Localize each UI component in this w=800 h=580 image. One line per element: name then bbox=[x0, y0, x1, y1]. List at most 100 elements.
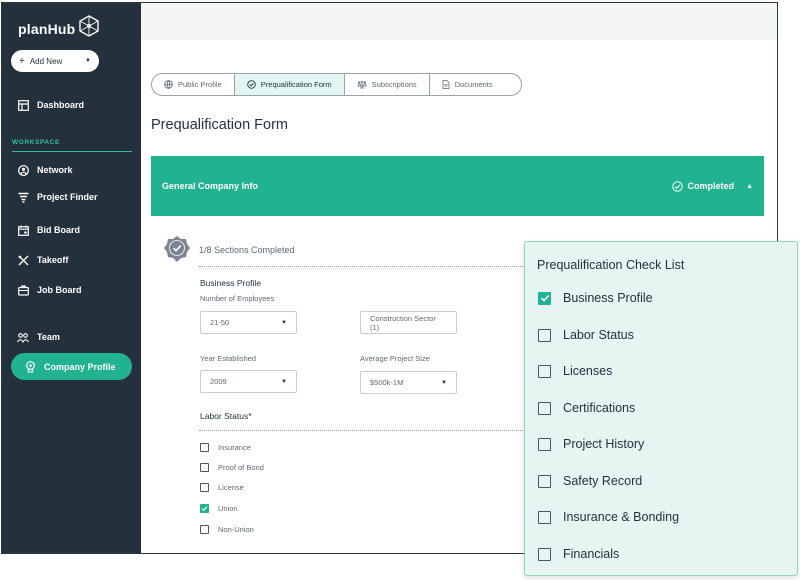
logo[interactable]: planHub bbox=[18, 15, 100, 42]
checkbox[interactable] bbox=[538, 328, 551, 342]
checklist-item-label: Certifications bbox=[563, 401, 636, 415]
plus-icon: + bbox=[19, 55, 25, 67]
sidebar-item-label: Bid Board bbox=[37, 225, 81, 235]
logo-text: planHub bbox=[18, 20, 76, 37]
section-status-label: Completed bbox=[687, 181, 735, 191]
workspace-divider bbox=[12, 151, 132, 152]
sidebar: planHub + Add New ▼ Dashboard WORKSPACE bbox=[2, 3, 141, 553]
chevron-up-icon[interactable]: ▲ bbox=[746, 183, 753, 190]
labor-status-heading: Labor Status* bbox=[200, 411, 252, 421]
checklist-item-label: Project History bbox=[563, 437, 645, 451]
sidebar-item-project-finder[interactable]: Project Finder bbox=[17, 191, 98, 203]
checklist-item-certifications[interactable]: Certifications bbox=[538, 401, 635, 415]
year-established-select[interactable]: 2009 ▼ bbox=[200, 370, 297, 393]
tab-prequalification-form[interactable]: Prequalification Form bbox=[234, 74, 345, 95]
checkbox[interactable] bbox=[200, 525, 209, 534]
checklist-item-label: Labor Status bbox=[563, 328, 634, 342]
checkbox[interactable] bbox=[200, 463, 209, 472]
document-icon bbox=[442, 80, 450, 89]
sidebar-item-company-profile-content[interactable]: Company Profile bbox=[24, 361, 116, 373]
checkbox[interactable] bbox=[200, 443, 209, 452]
divider bbox=[199, 266, 529, 267]
checklist-item-financials[interactable]: Financials bbox=[538, 547, 619, 561]
caret-down-icon: ▼ bbox=[281, 319, 287, 326]
checklist-item-insurance-bonding[interactable]: Insurance & Bonding bbox=[538, 510, 679, 524]
filter-icon bbox=[17, 191, 29, 203]
checkbox[interactable] bbox=[538, 364, 551, 378]
checkbox[interactable] bbox=[538, 474, 551, 488]
checkbox[interactable] bbox=[538, 401, 551, 415]
tab-documents[interactable]: Documents bbox=[430, 74, 521, 95]
option-label: Proof of Bond bbox=[218, 463, 264, 472]
sidebar-item-dashboard[interactable]: Dashboard bbox=[17, 99, 84, 111]
checklist-title: Prequalification Check List bbox=[537, 258, 685, 272]
checkbox[interactable] bbox=[538, 437, 551, 451]
section-status: Completed ▲ bbox=[671, 180, 753, 192]
add-new-button[interactable]: + Add New ▼ bbox=[11, 50, 99, 72]
year-established-value: 2009 bbox=[210, 377, 227, 386]
checkbox-checked[interactable] bbox=[538, 291, 551, 305]
labor-option-license[interactable]: License bbox=[200, 483, 244, 492]
sidebar-item-label: Dashboard bbox=[37, 100, 85, 110]
section-header-general-company-info[interactable]: General Company Info Completed ▲ bbox=[151, 156, 764, 216]
checklist-item-label: Licenses bbox=[563, 364, 613, 378]
option-label: License bbox=[218, 483, 244, 492]
option-label: Union bbox=[218, 504, 238, 513]
labor-option-non-union[interactable]: Non-Union bbox=[200, 525, 254, 534]
sidebar-item-team[interactable]: Team bbox=[17, 331, 60, 343]
checkbox-checked[interactable] bbox=[200, 504, 209, 513]
project-size-select[interactable]: $500k-1M ▼ bbox=[360, 371, 457, 394]
checklist-item-licenses[interactable]: Licenses bbox=[538, 364, 612, 378]
tab-subscriptions[interactable]: Subscriptions bbox=[345, 74, 430, 95]
top-bar bbox=[141, 3, 777, 40]
labor-option-proof-of-bond[interactable]: Proof of Bond bbox=[200, 463, 264, 472]
sidebar-item-bid-board[interactable]: Bid Board bbox=[17, 224, 80, 236]
project-size-label: Average Project Size bbox=[360, 354, 430, 363]
sidebar-item-label: Network bbox=[37, 165, 73, 175]
sidebar-item-label: Takeoff bbox=[37, 255, 69, 265]
checkbox[interactable] bbox=[538, 510, 551, 524]
tab-label: Prequalification Form bbox=[260, 80, 332, 89]
checkbox[interactable] bbox=[538, 547, 551, 561]
construction-sector-value: Construction Sector (1) bbox=[370, 313, 436, 332]
option-label: Insurance bbox=[218, 443, 251, 452]
subscriptions-icon bbox=[357, 80, 367, 89]
labor-option-insurance[interactable]: Insurance bbox=[200, 443, 251, 452]
profile-tabs: Public Profile Prequalification Form Sub… bbox=[151, 73, 522, 96]
profile-badge-icon bbox=[24, 361, 36, 373]
globe-icon bbox=[164, 80, 173, 89]
checklist-item-label: Financials bbox=[563, 547, 620, 561]
sidebar-item-label: Team bbox=[37, 332, 60, 342]
employees-label: Number of Employees bbox=[200, 294, 275, 303]
add-new-label: Add New bbox=[29, 56, 63, 66]
checkbox[interactable] bbox=[200, 483, 209, 492]
employees-select[interactable]: 21-50 ▼ bbox=[200, 311, 297, 334]
sidebar-item-label: Job Board bbox=[37, 285, 82, 295]
check-circle-icon bbox=[247, 80, 256, 89]
divider bbox=[199, 430, 529, 431]
section-title: General Company Info bbox=[162, 181, 259, 191]
checklist-item-labor-status[interactable]: Labor Status bbox=[538, 328, 634, 342]
option-label: Non-Union bbox=[218, 525, 254, 534]
sidebar-item-job-board[interactable]: Job Board bbox=[17, 284, 82, 296]
construction-sector-select[interactable]: Construction Sector (1) bbox=[360, 311, 457, 334]
caret-down-icon: ▼ bbox=[441, 379, 447, 386]
dashboard-icon bbox=[17, 99, 29, 111]
sidebar-item-takeoff[interactable]: Takeoff bbox=[17, 254, 68, 266]
tab-label: Public Profile bbox=[178, 80, 222, 89]
user-circle-icon bbox=[17, 164, 29, 176]
checklist-item-label: Insurance & Bonding bbox=[563, 510, 680, 524]
tab-label: Subscriptions bbox=[371, 80, 417, 89]
checklist-item-business-profile[interactable]: Business Profile bbox=[538, 291, 653, 305]
sidebar-item-network[interactable]: Network bbox=[17, 164, 73, 176]
business-profile-heading: Business Profile bbox=[200, 278, 261, 288]
prequalification-checklist-panel: Prequalification Check List Business Pro… bbox=[524, 241, 798, 576]
tab-public-profile[interactable]: Public Profile bbox=[152, 74, 235, 95]
checklist-item-label: Business Profile bbox=[563, 291, 653, 305]
checklist-item-project-history[interactable]: Project History bbox=[538, 437, 644, 451]
briefcase-icon bbox=[17, 284, 29, 296]
year-established-label: Year Established bbox=[200, 354, 257, 363]
labor-option-union[interactable]: Union bbox=[200, 504, 238, 513]
checklist-item-safety-record[interactable]: Safety Record bbox=[538, 474, 642, 488]
sidebar-item-label: Company Profile bbox=[44, 362, 116, 372]
